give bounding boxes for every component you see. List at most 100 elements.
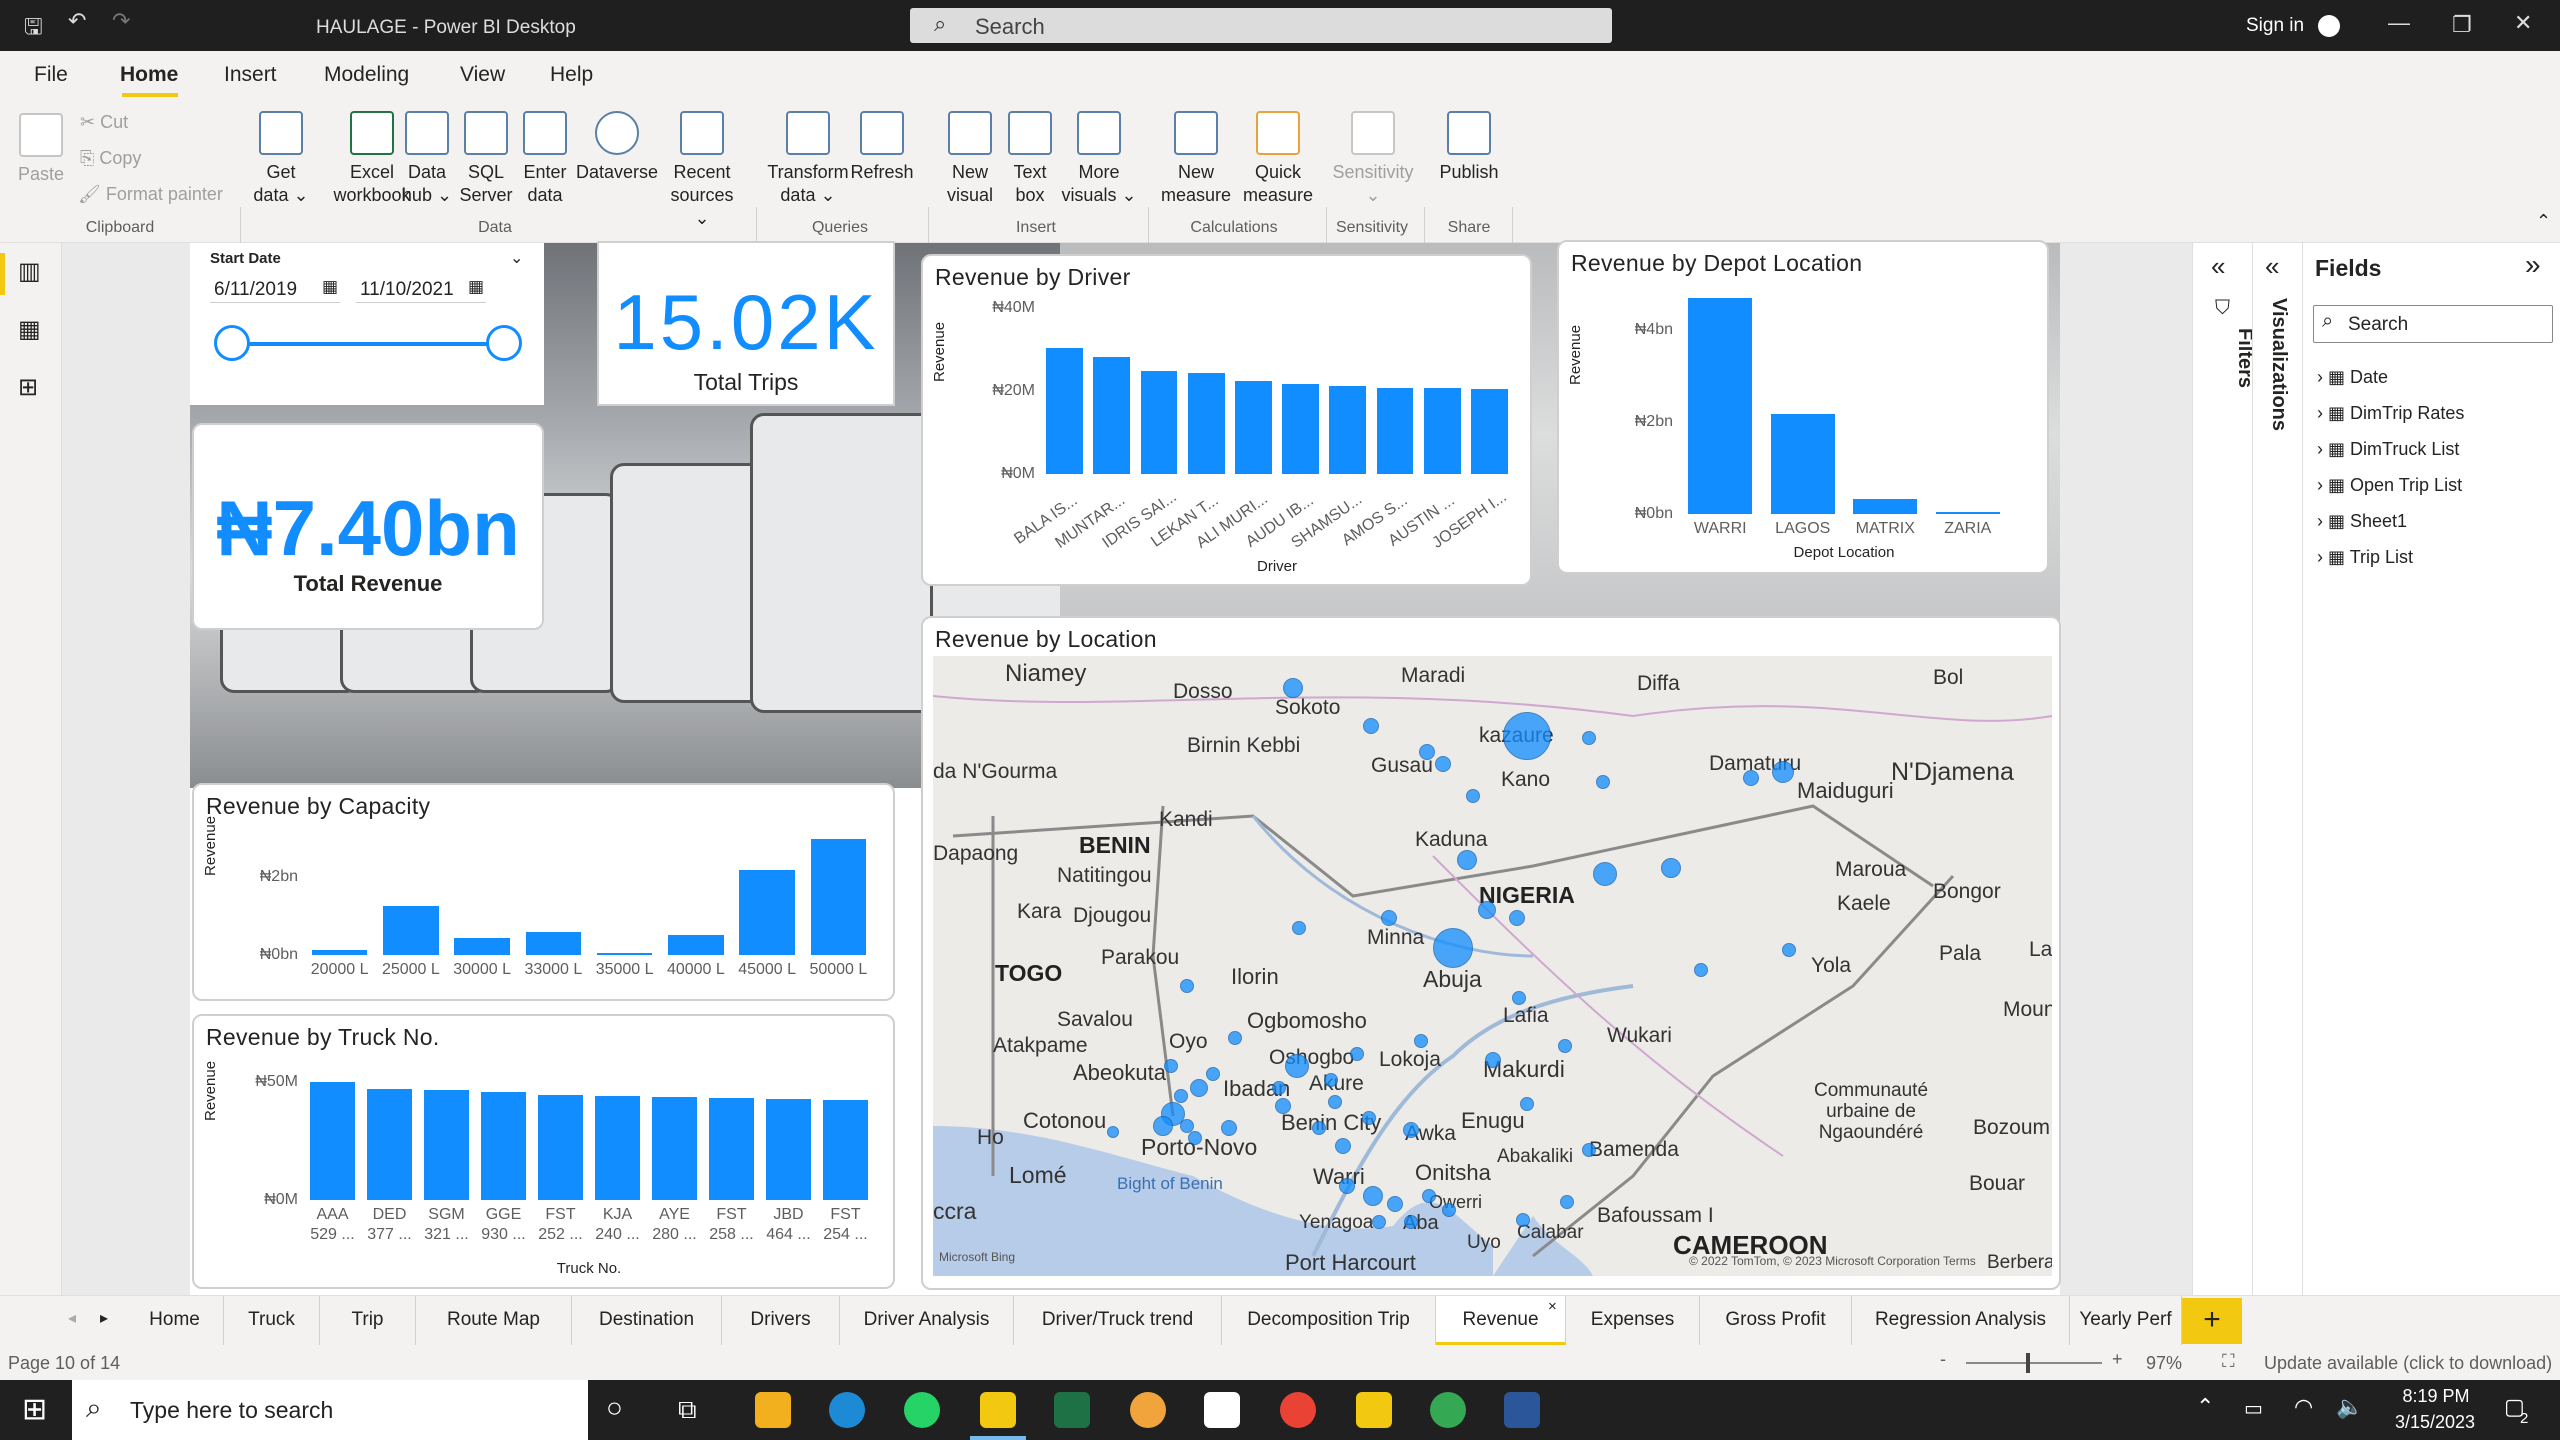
map-bubble[interactable] bbox=[1180, 979, 1194, 993]
bar-7[interactable] bbox=[1329, 385, 1367, 474]
transform-data-button[interactable]: Transform data ⌄ bbox=[766, 111, 850, 207]
map-bubble[interactable] bbox=[1661, 858, 1681, 878]
report-view-icon[interactable]: ▥ bbox=[18, 257, 41, 286]
map-bubble[interactable] bbox=[1485, 1052, 1501, 1068]
calendar-icon[interactable]: ▦ bbox=[468, 277, 484, 297]
bar-10[interactable] bbox=[1470, 388, 1508, 474]
sensitivity-button[interactable]: Sensitivity ⌄ bbox=[1328, 111, 1418, 207]
bar-4[interactable] bbox=[1935, 511, 2000, 514]
dataverse-button[interactable]: Dataverse bbox=[574, 111, 660, 184]
more-visuals-button[interactable]: More visuals ⌄ bbox=[1060, 111, 1138, 207]
excel-icon[interactable] bbox=[1054, 1392, 1090, 1428]
map-bubble[interactable] bbox=[1516, 1213, 1530, 1227]
map-bubble[interactable] bbox=[1292, 921, 1306, 935]
map-bubble[interactable] bbox=[1743, 770, 1759, 786]
map-canvas[interactable]: Niamey Sokoto Maradi Diffa Bol Dosso Bir… bbox=[933, 656, 2052, 1276]
bar-5[interactable] bbox=[596, 952, 653, 955]
tab-expenses[interactable]: Expenses bbox=[1566, 1296, 1700, 1346]
revenue-by-depot-chart[interactable]: Revenue by Depot Location WARRI LAGOS MATR… bbox=[1557, 240, 2049, 574]
map-copyright[interactable]: © 2022 TomTom, © 2023 Microsoft Corporat… bbox=[1689, 1254, 1976, 1268]
map-bubble[interactable] bbox=[1350, 1047, 1364, 1061]
task-view-icon[interactable]: ⧉ bbox=[678, 1394, 697, 1426]
map-bubble[interactable] bbox=[1312, 1121, 1326, 1135]
revenue-by-capacity-chart[interactable]: Revenue by Capacity 20000 L 25000 L 30000 … bbox=[192, 783, 895, 1001]
cut-button[interactable]: ✂ Cut bbox=[80, 111, 128, 134]
map-bubble[interactable] bbox=[1107, 1126, 1119, 1138]
map-bubble[interactable] bbox=[1782, 943, 1796, 957]
menu-file[interactable]: File bbox=[34, 63, 68, 87]
map-bubble[interactable] bbox=[1694, 963, 1708, 977]
battery-icon[interactable]: ▭ bbox=[2244, 1396, 2263, 1421]
map-bubble[interactable] bbox=[1339, 1178, 1355, 1194]
map-bubble[interactable] bbox=[1582, 1143, 1596, 1157]
bar-6[interactable] bbox=[668, 935, 724, 955]
map-bubble[interactable] bbox=[1433, 928, 1473, 968]
chrome-profile-icon[interactable] bbox=[1430, 1392, 1466, 1428]
powerbi-icon[interactable] bbox=[1356, 1392, 1392, 1428]
edge-icon[interactable] bbox=[829, 1392, 865, 1428]
collapse-visualizations-icon[interactable]: « bbox=[2265, 251, 2279, 282]
restore-icon[interactable]: ❐ bbox=[2452, 12, 2472, 38]
visualizations-pane[interactable]: « Visualizations bbox=[2252, 243, 2302, 1295]
map-bubble[interactable] bbox=[1520, 1097, 1534, 1111]
map-bubble[interactable] bbox=[1772, 761, 1794, 783]
bar-8[interactable] bbox=[709, 1097, 754, 1200]
map-bubble[interactable] bbox=[1558, 1039, 1572, 1053]
bar-6[interactable] bbox=[595, 1096, 640, 1200]
map-bubble[interactable] bbox=[1560, 1195, 1574, 1209]
show-hidden-icons-icon[interactable]: ⌃ bbox=[2196, 1394, 2214, 1420]
field-table-open-trip-list[interactable]: › ▦ Open Trip List bbox=[2317, 475, 2462, 496]
zoom-slider-thumb[interactable] bbox=[2026, 1353, 2030, 1373]
windows-start-icon[interactable]: ⊞ bbox=[22, 1392, 47, 1427]
clock-date[interactable]: 3/15/2023 bbox=[2380, 1412, 2490, 1433]
end-date-input[interactable]: 11/10/2021 ▦ bbox=[356, 273, 486, 303]
map-bubble[interactable] bbox=[1414, 1034, 1428, 1048]
bar-1[interactable] bbox=[310, 1082, 355, 1200]
volume-icon[interactable]: 🔈 bbox=[2336, 1394, 2363, 1420]
clock-time[interactable]: 8:19 PM bbox=[2386, 1386, 2486, 1407]
bar-5[interactable] bbox=[538, 1095, 583, 1200]
update-available-link[interactable]: Update available (click to download) bbox=[2264, 1353, 2552, 1374]
filters-pane[interactable]: « ⛉ Filters bbox=[2192, 243, 2256, 1295]
visualizations-label[interactable]: Visualizations bbox=[2267, 298, 2290, 431]
map-bubble[interactable] bbox=[1381, 910, 1397, 926]
new-visual-button[interactable]: New visual bbox=[940, 111, 1000, 207]
sign-in-link[interactable]: Sign in bbox=[2246, 15, 2304, 37]
bar-3[interactable] bbox=[424, 1089, 469, 1200]
collapse-filters-icon[interactable]: « bbox=[2211, 251, 2225, 282]
bar-1[interactable] bbox=[311, 949, 368, 955]
slider-end-handle[interactable] bbox=[486, 325, 522, 361]
tab-trip[interactable]: Trip bbox=[320, 1296, 416, 1346]
revenue-by-driver-chart[interactable]: Revenue by Driver BALA IS... MUNTAR... IDR… bbox=[921, 254, 1532, 586]
map-bubble[interactable] bbox=[1228, 1031, 1242, 1045]
sql-server-button[interactable]: SQL Server bbox=[458, 111, 514, 207]
close-tab-icon[interactable]: × bbox=[1548, 1298, 1557, 1315]
collapse-fields-icon[interactable]: » bbox=[2525, 249, 2541, 281]
bar-2[interactable] bbox=[1770, 413, 1835, 514]
refresh-button[interactable]: Refresh bbox=[850, 111, 914, 184]
chrome-icon[interactable] bbox=[1280, 1392, 1316, 1428]
paste-button[interactable]: Paste bbox=[16, 113, 66, 186]
tab-decomposition-trip[interactable]: Decomposition Trip bbox=[1222, 1296, 1436, 1346]
slicer-dropdown-icon[interactable]: ⌄ bbox=[510, 248, 523, 268]
bar-4[interactable] bbox=[1187, 373, 1225, 474]
tab-route-map[interactable]: Route Map bbox=[416, 1296, 572, 1346]
format-painter-button[interactable]: 🖌 Format painter bbox=[78, 183, 223, 206]
map-bubble[interactable] bbox=[1419, 744, 1435, 760]
menu-home[interactable]: Home bbox=[120, 63, 178, 87]
tab-driver-truck-trend[interactable]: Driver/Truck trend bbox=[1014, 1296, 1222, 1346]
map-bubble[interactable] bbox=[1457, 850, 1477, 870]
collapse-ribbon-icon[interactable]: ⌃ bbox=[2536, 211, 2551, 232]
bar-3[interactable] bbox=[1140, 371, 1178, 474]
zoom-in-icon[interactable]: + bbox=[2112, 1349, 2123, 1370]
map-bubble[interactable] bbox=[1466, 789, 1480, 803]
bar-9[interactable] bbox=[766, 1098, 811, 1200]
map-bubble[interactable] bbox=[1403, 1122, 1419, 1138]
map-bubble[interactable] bbox=[1324, 1073, 1338, 1087]
bar-4[interactable] bbox=[481, 1092, 526, 1200]
tab-destination[interactable]: Destination bbox=[572, 1296, 722, 1346]
wifi-icon[interactable]: ◠ bbox=[2294, 1394, 2313, 1420]
map-bubble[interactable] bbox=[1596, 775, 1610, 789]
total-revenue-card[interactable]: ₦7.40bn Total Revenue bbox=[192, 423, 544, 630]
map-bubble[interactable] bbox=[1272, 1081, 1286, 1095]
